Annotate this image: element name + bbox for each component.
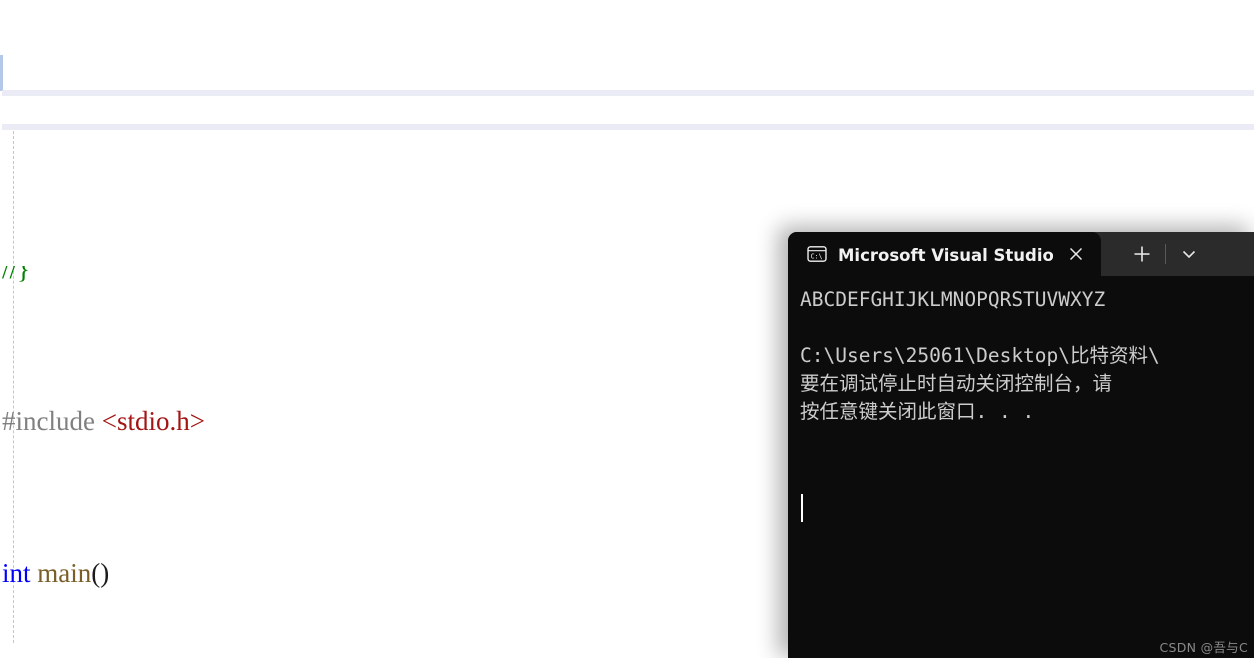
- code-token-parens: (): [91, 558, 110, 588]
- terminal-tab-bar: C:\ Microsoft Visual Studio 调试控: [788, 232, 1254, 276]
- chevron-down-icon[interactable]: [1166, 232, 1212, 276]
- terminal-cursor: [801, 494, 803, 522]
- brace-match-highlight: [2, 90, 1254, 130]
- code-token-header: <stdio.h>: [101, 406, 205, 436]
- terminal-output-line: C:\Users\25061\Desktop\比特资料\: [800, 344, 1160, 367]
- terminal-output-line: 要在调试停止时自动关闭控制台，请: [800, 372, 1113, 395]
- cmd-prompt-icon: C:\: [806, 243, 828, 265]
- screenshot-root: //} #include <stdio.h> int main() { int …: [0, 0, 1254, 658]
- terminal-tab[interactable]: C:\ Microsoft Visual Studio 调试控: [788, 232, 1101, 276]
- code-token-function: main: [37, 558, 92, 588]
- terminal-tab-actions: [1119, 232, 1212, 276]
- close-icon[interactable]: [1063, 241, 1089, 267]
- watermark: CSDN @吾与C: [1159, 640, 1248, 655]
- code-token-keyword: int: [2, 558, 31, 588]
- terminal-tab-title: Microsoft Visual Studio 调试控: [838, 246, 1053, 265]
- windows-terminal-window[interactable]: C:\ Microsoft Visual Studio 调试控: [788, 232, 1254, 658]
- terminal-output[interactable]: ABCDEFGHIJKLMNOPQRSTUVWXYZ C:\Users\2506…: [788, 276, 1254, 658]
- terminal-output-line: 按任意键关闭此窗口. . .: [800, 400, 1035, 423]
- terminal-output-line: ABCDEFGHIJKLMNOPQRSTUVWXYZ: [800, 288, 1106, 311]
- new-tab-icon[interactable]: [1119, 232, 1165, 276]
- svg-text:C:\: C:\: [811, 253, 823, 261]
- editor-change-bar: [0, 55, 3, 91]
- code-token-preprocessor: #include: [2, 406, 95, 436]
- code-token-comment: //}: [2, 266, 30, 284]
- terminal-output-blank-line: [800, 314, 1254, 342]
